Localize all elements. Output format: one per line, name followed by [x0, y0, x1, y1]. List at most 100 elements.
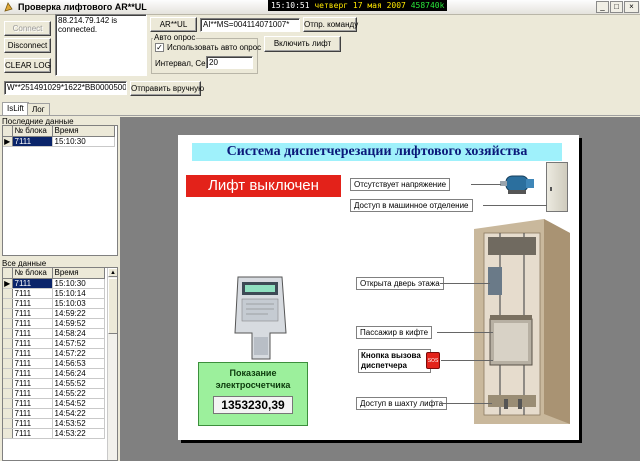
scroll-up-button[interactable]: ▲ [108, 268, 117, 277]
row-indicator [3, 348, 13, 359]
callout-machine-room: Доступ в машинное отделение [350, 199, 473, 212]
window-title: Проверка лифтового AR**UL [18, 2, 147, 12]
block-cell: 7111 [12, 358, 53, 369]
time-cell: 14:56:24 [52, 368, 105, 379]
block-cell: 7111 [12, 388, 53, 399]
meter-reading-box: Показание электросчетчика 1353230,39 [198, 362, 308, 426]
table-row[interactable]: 7111 14:54:22 [3, 408, 105, 419]
table-row[interactable]: 7111 14:57:52 [3, 338, 105, 349]
row-indicator-header [3, 268, 13, 279]
col-block-header: № блока [12, 268, 53, 279]
time-cell: 14:55:22 [52, 388, 105, 399]
row-indicator [3, 308, 13, 319]
table-row[interactable]: 7111 14:56:24 [3, 368, 105, 379]
row-indicator [3, 288, 13, 299]
time-cell: 14:56:53 [52, 358, 105, 369]
col-block-header: № блока [12, 126, 53, 137]
row-indicator [3, 328, 13, 339]
row-indicator-header [3, 126, 13, 137]
table-row[interactable]: 7111 14:56:53 [3, 358, 105, 369]
auto-poll-title: Авто опрос [153, 33, 197, 42]
callout-pointer [442, 403, 492, 404]
table-row[interactable]: 7111 14:54:52 [3, 398, 105, 409]
table-row[interactable]: 7111 14:55:52 [3, 378, 105, 389]
row-indicator [3, 408, 13, 419]
clock-display: 15:10:51 четверг 17 мая 2007 458740k [268, 0, 448, 11]
lift-status-banner: Лифт выключен [186, 175, 341, 197]
time-cell: 15:10:30 [52, 278, 105, 289]
table-row[interactable]: 7111 14:59:22 [3, 308, 105, 319]
interval-input[interactable]: 20 [206, 56, 253, 69]
row-indicator [3, 378, 13, 389]
callout-pointer [437, 332, 493, 333]
row-indicator [3, 358, 13, 369]
manual-command-input[interactable]: W**251491029*1622*BB00005000101 [4, 81, 127, 95]
table-row[interactable]: 7111 14:59:52 [3, 318, 105, 329]
app-icon [3, 2, 14, 13]
block-cell: 7111 [12, 378, 53, 389]
table-row[interactable]: 7111 14:53:52 [3, 418, 105, 429]
time-cell: 14:59:52 [52, 318, 105, 329]
scroll-thumb[interactable] [108, 278, 117, 334]
interval-label: Интервал, Сек: [155, 59, 212, 68]
auto-poll-label: Использовать авто опрос [167, 43, 262, 52]
callout-pointer [471, 184, 501, 185]
tab-islift[interactable]: IsLift [2, 102, 29, 116]
block-cell: 7111 [12, 318, 53, 329]
recent-data-grid[interactable]: № блока Время ▶ 7111 15:10:30 [2, 125, 118, 256]
callout-floor-door: Открыта дверь этажа [356, 277, 444, 290]
time-cell: 14:57:52 [52, 338, 105, 349]
table-row[interactable]: ▶ 7111 15:10:30 [3, 278, 105, 289]
maximize-button[interactable]: □ [610, 1, 623, 13]
callout-no-voltage: Отсутствует напряжение [350, 178, 451, 191]
block-cell: 7111 [12, 398, 53, 409]
table-row[interactable]: 7111 14:55:22 [3, 388, 105, 399]
meter-value: 1353230,39 [213, 396, 293, 414]
block-cell: 7111 [12, 428, 53, 439]
table-row[interactable]: ▶ 7111 15:10:30 [3, 136, 115, 147]
auto-poll-checkbox[interactable]: ✓ [155, 43, 164, 52]
time-cell: 14:57:22 [52, 348, 105, 359]
time-cell: 14:55:52 [52, 378, 105, 389]
close-button[interactable]: × [624, 1, 639, 13]
connection-status-text: 88.214.79.142 is connected. [58, 16, 118, 34]
connect-button[interactable]: Connect [4, 21, 51, 36]
block-cell: 7111 [12, 308, 53, 319]
block-cell: 7111 [12, 338, 53, 349]
block-cell: 7111 [12, 368, 53, 379]
table-row[interactable]: 7111 15:10:14 [3, 288, 105, 299]
send-manual-button[interactable]: Отправить вручную [130, 81, 204, 96]
row-indicator [3, 398, 13, 409]
row-indicator [3, 428, 13, 439]
clock-date: четверг 17 мая 2007 [314, 1, 406, 10]
electric-meter-image [232, 273, 289, 363]
arul-button[interactable]: AR**UL [150, 17, 197, 32]
current-row-marker: ▶ [3, 278, 13, 289]
time-cell: 14:54:52 [52, 398, 105, 409]
time-cell: 15:10:30 [52, 136, 115, 147]
disconnect-button[interactable]: Disconnect [4, 38, 51, 53]
block-cell: 7111 [12, 348, 53, 359]
minimize-button[interactable]: _ [596, 1, 609, 13]
motor-image [500, 173, 535, 195]
col-time-header: Время [52, 126, 115, 137]
all-data-scrollbar[interactable]: ▲ [107, 268, 117, 460]
time-cell: 14:59:22 [52, 308, 105, 319]
time-cell: 15:10:03 [52, 298, 105, 309]
clock-extra: 458740k [410, 1, 445, 10]
clear-log-button[interactable]: CLEAR LOG [4, 58, 51, 73]
callout-pointer [483, 205, 547, 206]
table-row[interactable]: 7111 15:10:03 [3, 298, 105, 309]
lift-on-button[interactable]: Включить лифт [264, 36, 341, 52]
command-input[interactable]: AI**MS=004114071007* [200, 18, 300, 32]
table-row[interactable]: 7111 14:53:22 [3, 428, 105, 439]
table-row[interactable]: 7111 14:58:24 [3, 328, 105, 339]
send-command-button[interactable]: Отпр. команду [303, 17, 358, 32]
time-cell: 14:53:22 [52, 428, 105, 439]
tab-log[interactable]: Лог [27, 103, 50, 115]
callout-shaft-access: Доступ в шахту лифта [356, 397, 448, 410]
table-row[interactable]: 7111 14:57:22 [3, 348, 105, 359]
time-cell: 14:54:22 [52, 408, 105, 419]
all-data-grid[interactable]: № блока Время ▶ 7111 15:10:30 7111 15:10:14 7… [2, 267, 118, 461]
callout-pointer [440, 283, 490, 284]
